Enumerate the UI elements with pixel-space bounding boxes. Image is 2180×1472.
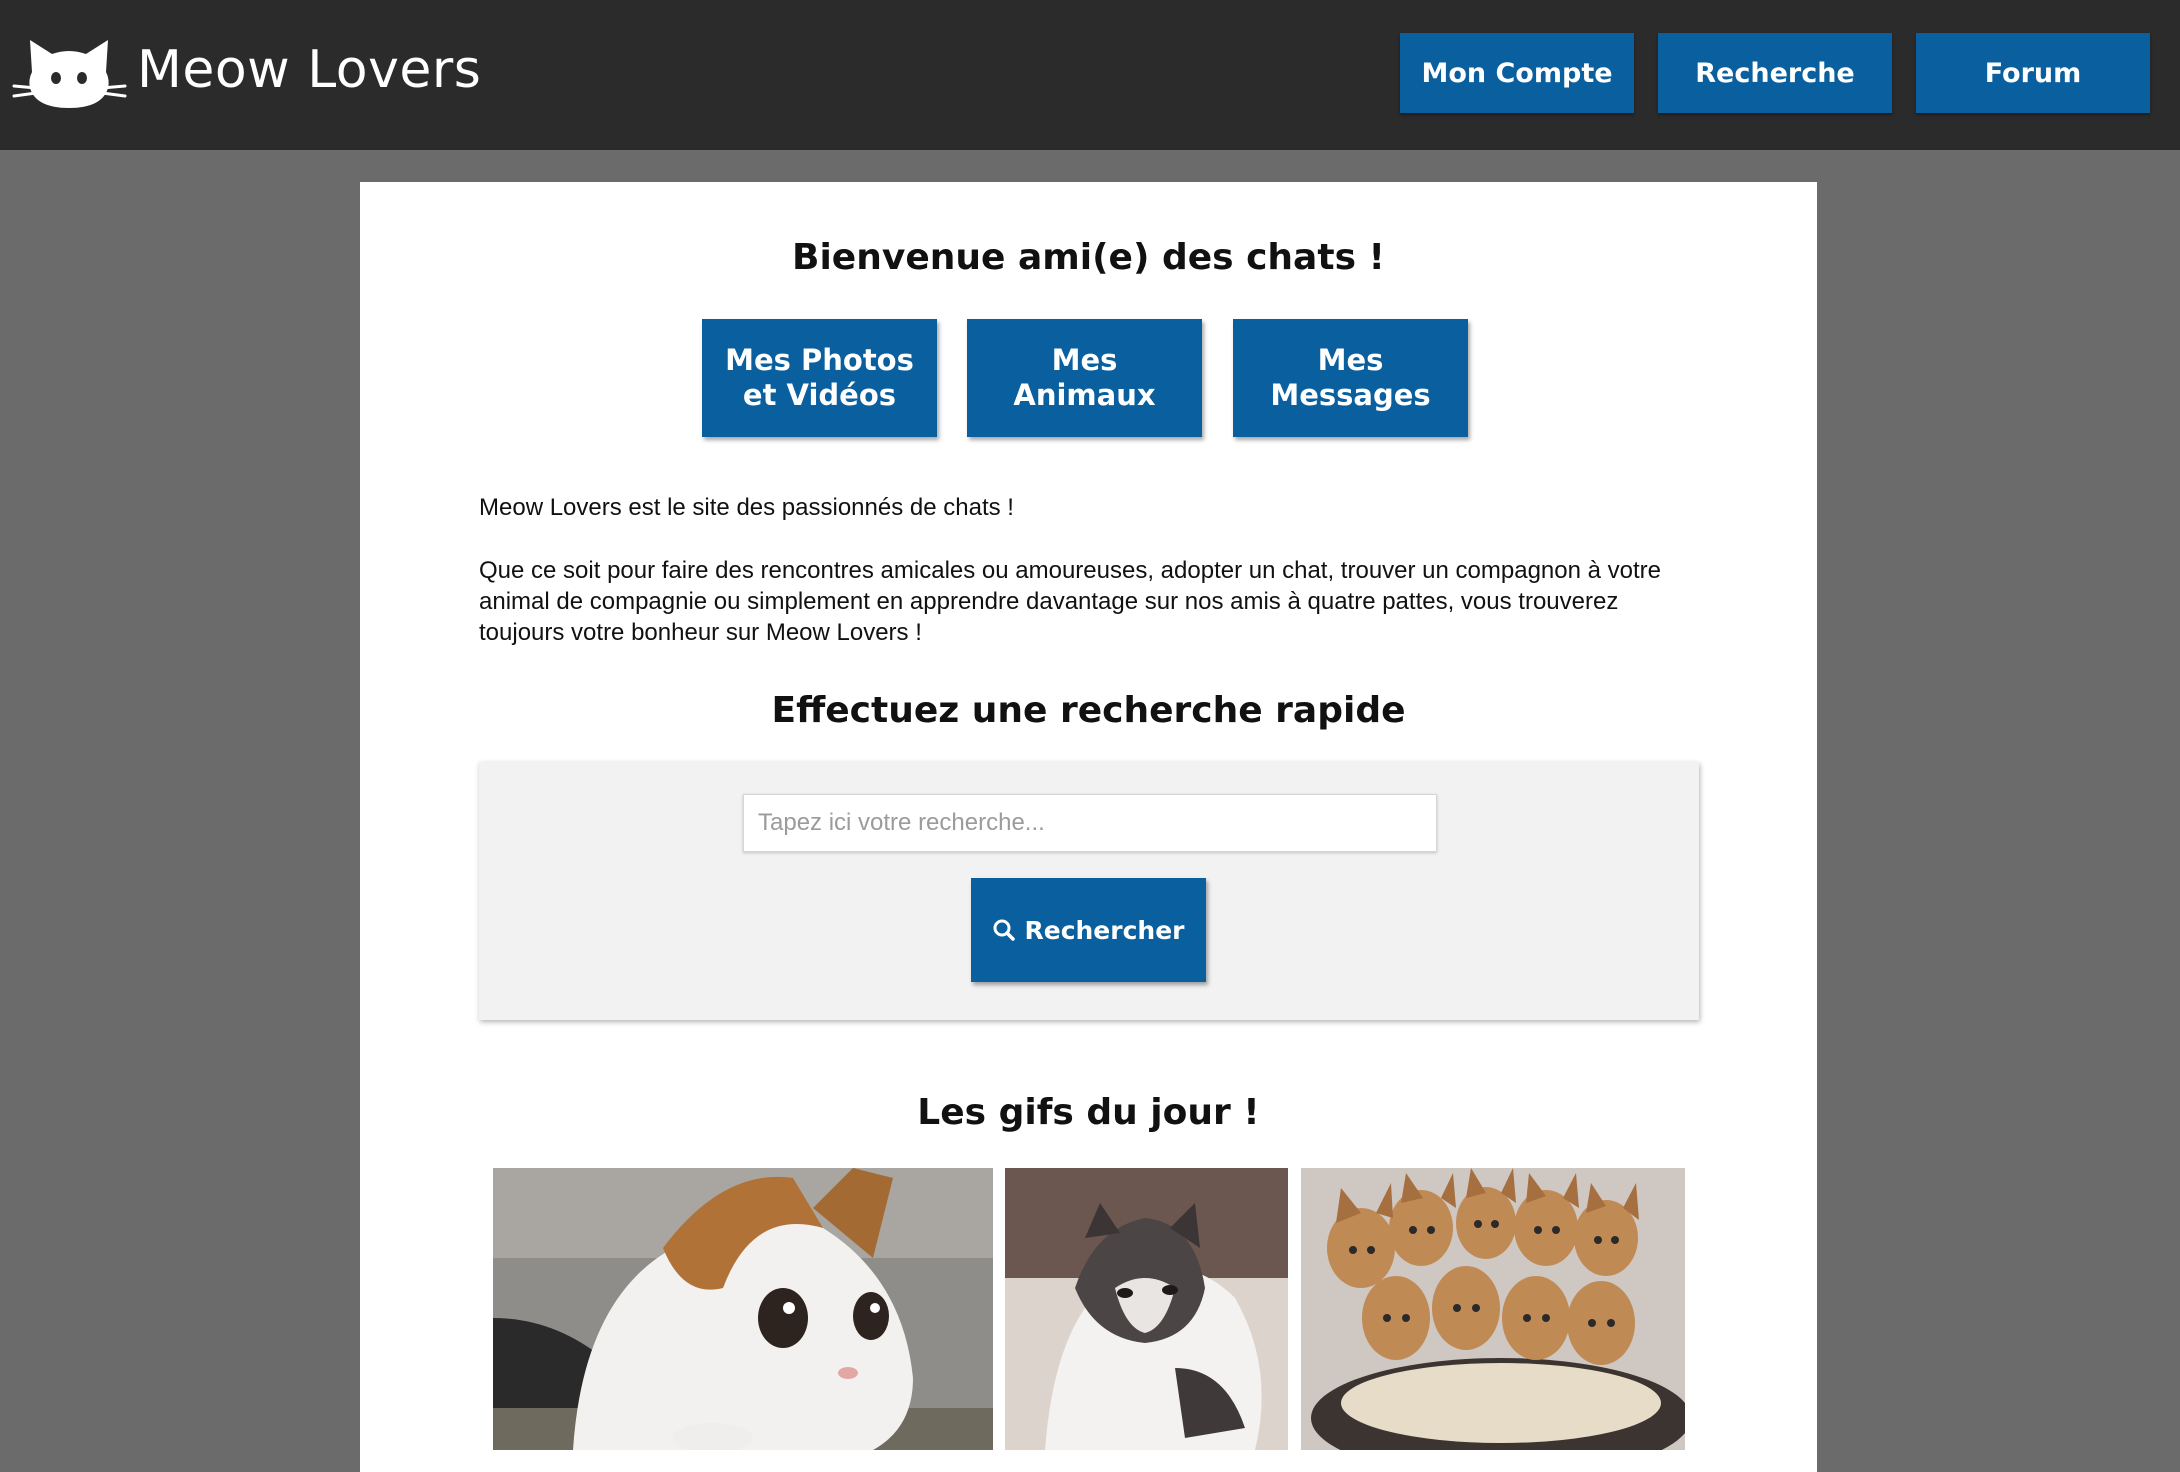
brand-name: Meow Lovers	[137, 40, 482, 100]
mes-messages-button[interactable]: Mes Messages	[1233, 319, 1468, 437]
mes-animaux-label-line1: Mes	[1051, 343, 1118, 377]
cat-gif-1	[493, 1168, 993, 1450]
mes-animaux-button[interactable]: Mes Animaux	[967, 319, 1202, 437]
quick-search-title: Effectuez une recherche rapide	[771, 690, 1406, 731]
forum-button[interactable]: Forum	[1916, 33, 2150, 113]
kittens-gif-3	[1301, 1168, 1685, 1450]
quick-search-panel: Rechercher	[479, 762, 1699, 1020]
photos-videos-label-line1: Mes Photos	[725, 343, 914, 377]
intro-paragraph-1: Meow Lovers est le site des passionnés d…	[479, 494, 1014, 521]
brand[interactable]: Meow Lovers	[12, 28, 481, 112]
gifs-title: Les gifs du jour !	[917, 1092, 1260, 1133]
recherche-nav-button[interactable]: Recherche	[1658, 33, 1892, 113]
gif-image-1[interactable]	[493, 1168, 993, 1450]
gif-image-2[interactable]	[1005, 1168, 1288, 1450]
mes-messages-label-line1: Mes	[1317, 343, 1384, 377]
main-content-card: Bienvenue ami(e) des chats ! Mes Photos …	[360, 182, 1817, 1472]
photos-videos-button[interactable]: Mes Photos et Vidéos	[702, 319, 937, 437]
intro-paragraph-2: Que ce soit pour faire des rencontres am…	[479, 557, 1661, 646]
gif-image-3[interactable]	[1301, 1168, 1685, 1450]
photos-videos-label-line2: et Vidéos	[742, 378, 897, 412]
cat-logo-icon	[12, 40, 127, 108]
top-navbar: Meow Lovers Mon Compte Recherche Forum	[0, 0, 2180, 150]
rechercher-button-label: Rechercher	[1024, 915, 1185, 945]
kitten-gif-2	[1005, 1168, 1288, 1450]
welcome-title: Bienvenue ami(e) des chats !	[792, 237, 1385, 278]
mes-messages-label-line2: Messages	[1270, 378, 1431, 412]
rechercher-button[interactable]: Rechercher	[971, 878, 1206, 982]
search-icon	[993, 919, 1016, 941]
mes-animaux-label-line2: Animaux	[1013, 378, 1156, 412]
search-input[interactable]	[743, 794, 1437, 852]
mon-compte-button[interactable]: Mon Compte	[1400, 33, 1634, 113]
